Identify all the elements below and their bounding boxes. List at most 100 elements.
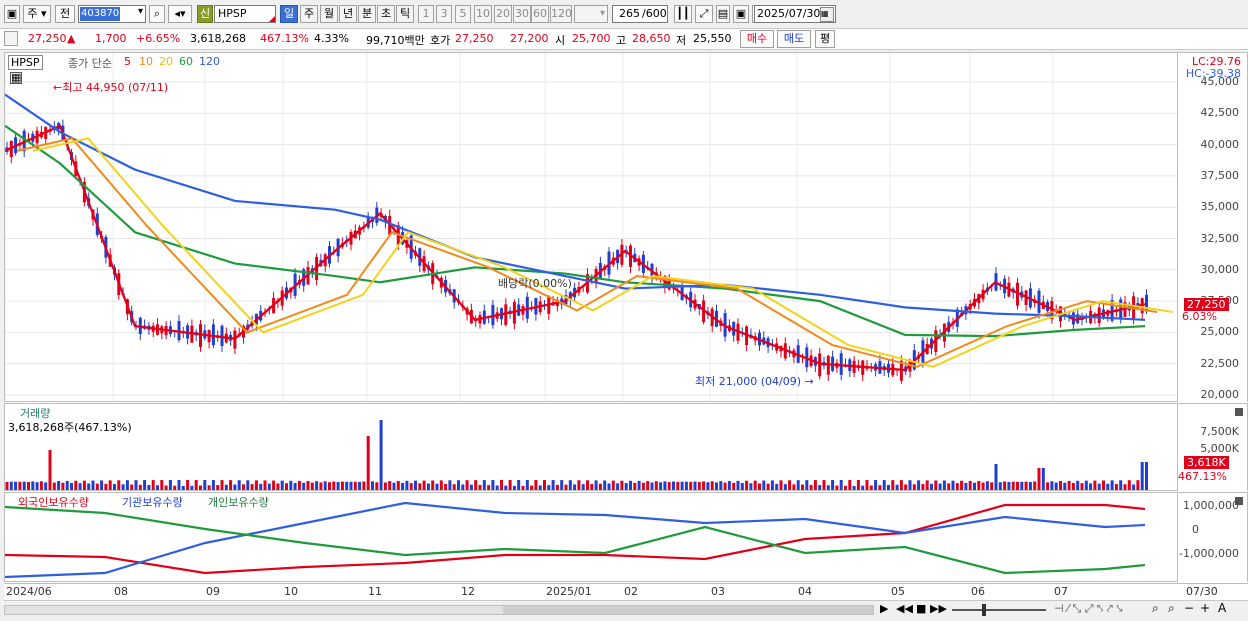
volume-bar bbox=[74, 480, 78, 490]
volume-bar bbox=[891, 480, 895, 490]
rewind-icon[interactable]: ◀◀ bbox=[896, 602, 913, 615]
panel-icon[interactable]: ▣ bbox=[4, 5, 20, 23]
volume-bar bbox=[951, 480, 955, 490]
scroll-thumb[interactable] bbox=[503, 606, 873, 614]
volume-bar bbox=[224, 484, 228, 490]
interval-1[interactable]: 1 bbox=[418, 5, 434, 23]
interval-120[interactable]: 120 bbox=[550, 5, 572, 23]
volume-bar bbox=[371, 481, 374, 490]
volume-bar bbox=[504, 485, 508, 490]
zoom-slider-thumb[interactable] bbox=[982, 604, 986, 616]
x-axis-label: 2024/06 bbox=[6, 585, 52, 598]
calculator-icon[interactable]: ▦ bbox=[10, 72, 23, 84]
volume-bar bbox=[874, 480, 878, 490]
draw-tool-icon[interactable]: ⤢ bbox=[695, 5, 713, 23]
search-icon[interactable]: ⌕ bbox=[149, 5, 165, 23]
volume-bar bbox=[912, 484, 916, 490]
drawing-tools-icons[interactable]: ⊣ ⁄ ⤡ ⤢ ⤣ ⤤ ⤥ bbox=[1054, 602, 1123, 616]
period-month[interactable]: 월 bbox=[320, 5, 338, 23]
custom-interval-select[interactable]: ▾ bbox=[574, 5, 608, 23]
volume-bar bbox=[52, 482, 56, 490]
interval-10[interactable]: 10 bbox=[474, 5, 492, 23]
x-axis-label: 02 bbox=[624, 585, 638, 598]
price-panel[interactable]: HPSP 종가 단순 5 10 20 60 120 ▦ ←최고 44,950 (… bbox=[4, 52, 1178, 402]
interval-30[interactable]: 30 bbox=[513, 5, 531, 23]
volume-bar bbox=[856, 480, 860, 490]
x-axis-label: 08 bbox=[114, 585, 128, 598]
period-minute[interactable]: 분 bbox=[358, 5, 376, 23]
volume-bar bbox=[904, 484, 908, 490]
calendar-icon[interactable]: ▦ bbox=[820, 7, 834, 22]
volume-bar bbox=[835, 485, 839, 490]
interval-60[interactable]: 60 bbox=[531, 5, 549, 23]
period-week[interactable]: 주 bbox=[300, 5, 318, 23]
count-total: /600 bbox=[642, 7, 667, 20]
auto-scale-icon[interactable]: A bbox=[1218, 601, 1226, 615]
date-field[interactable]: 2025/07/30 ▦ bbox=[754, 5, 836, 23]
volume-bar bbox=[181, 485, 185, 490]
volume-bar bbox=[82, 480, 86, 490]
volume-bar bbox=[676, 481, 680, 490]
grid-icon[interactable]: ▤ bbox=[716, 5, 730, 23]
volume-bar bbox=[547, 485, 551, 490]
volume-panel[interactable]: 거래량 3,618,268주(467.13%) bbox=[4, 403, 1178, 491]
stop-icon[interactable]: ■ bbox=[916, 602, 926, 615]
zoom-in-icon[interactable]: ⌕ bbox=[1152, 601, 1159, 616]
volume-bar bbox=[917, 480, 921, 490]
fast-forward-icon[interactable]: ▶▶ bbox=[930, 602, 947, 615]
volume-bar bbox=[1084, 480, 1088, 490]
volume-bar bbox=[1097, 483, 1101, 490]
interval-3[interactable]: 3 bbox=[436, 5, 452, 23]
price-y-tick: 20,000 bbox=[1200, 388, 1240, 401]
volume-bar bbox=[405, 480, 409, 490]
volume-bar bbox=[1011, 481, 1015, 490]
holdings-panel[interactable]: 외국인보유수량 기관보유수량 개인보유수량 bbox=[4, 492, 1178, 582]
buy-button[interactable]: 매수 bbox=[740, 30, 774, 48]
plus-icon[interactable]: + bbox=[1200, 601, 1210, 615]
ticker-field[interactable]: HPSP bbox=[214, 5, 276, 23]
market-type-select[interactable]: 주 ▾ bbox=[23, 5, 51, 23]
expand-icon[interactable] bbox=[4, 31, 18, 46]
horizontal-scrollbar[interactable] bbox=[4, 605, 874, 615]
sell-button[interactable]: 매도 bbox=[777, 30, 811, 48]
volume-bar bbox=[736, 480, 740, 490]
minus-icon[interactable]: − bbox=[1184, 601, 1194, 615]
volume-bar bbox=[125, 480, 129, 490]
save-icon[interactable]: ▣ bbox=[733, 5, 749, 23]
evaluate-button[interactable]: 평 bbox=[815, 30, 835, 48]
zoom-out-icon[interactable]: ⌕ bbox=[1168, 601, 1175, 616]
volume-bar bbox=[1003, 481, 1007, 490]
x-axis-label: 05 bbox=[891, 585, 905, 598]
interval-20[interactable]: 20 bbox=[494, 5, 512, 23]
volume-bar bbox=[14, 481, 18, 490]
period-year[interactable]: 년 bbox=[339, 5, 357, 23]
chevron-down-icon[interactable]: ▾ bbox=[138, 6, 143, 17]
interval-5[interactable]: 5 bbox=[455, 5, 471, 23]
chart-area[interactable]: HPSP 종가 단순 5 10 20 60 120 ▦ ←최고 44,950 (… bbox=[4, 52, 1248, 619]
candle-type-icon[interactable]: ┃┃ bbox=[674, 5, 692, 23]
ticker-legend[interactable]: HPSP bbox=[8, 55, 43, 70]
close-panel-icon[interactable] bbox=[1235, 408, 1243, 416]
count-field[interactable]: 265/600 bbox=[612, 5, 668, 23]
high-price: 28,650 bbox=[632, 32, 671, 45]
stock-code-field[interactable]: 403870 ▾ bbox=[78, 5, 146, 23]
period-day[interactable]: 일 bbox=[280, 5, 298, 23]
up-arrow-icon: ▲ bbox=[67, 32, 76, 45]
corner-marker bbox=[269, 16, 275, 22]
price-y-tick: 32,500 bbox=[1200, 231, 1240, 245]
volume-bar bbox=[775, 483, 779, 490]
zoom-slider[interactable] bbox=[952, 604, 1046, 616]
volume-bar bbox=[517, 480, 521, 490]
sound-icon[interactable]: ◂▾ bbox=[168, 5, 192, 23]
market-scope-button[interactable]: 전 bbox=[55, 5, 75, 23]
volume-bar bbox=[366, 436, 370, 490]
period-second[interactable]: 초 bbox=[377, 5, 395, 23]
volume-bar bbox=[349, 481, 353, 490]
scroll-right-icon[interactable]: ▶ bbox=[880, 602, 888, 615]
volume-bar bbox=[332, 481, 336, 490]
ma-legend-10: 10 bbox=[139, 55, 153, 68]
volume-bar bbox=[108, 480, 112, 490]
volume-bar bbox=[401, 482, 405, 490]
period-tick[interactable]: 틱 bbox=[396, 5, 414, 23]
volume-bar bbox=[925, 480, 929, 490]
